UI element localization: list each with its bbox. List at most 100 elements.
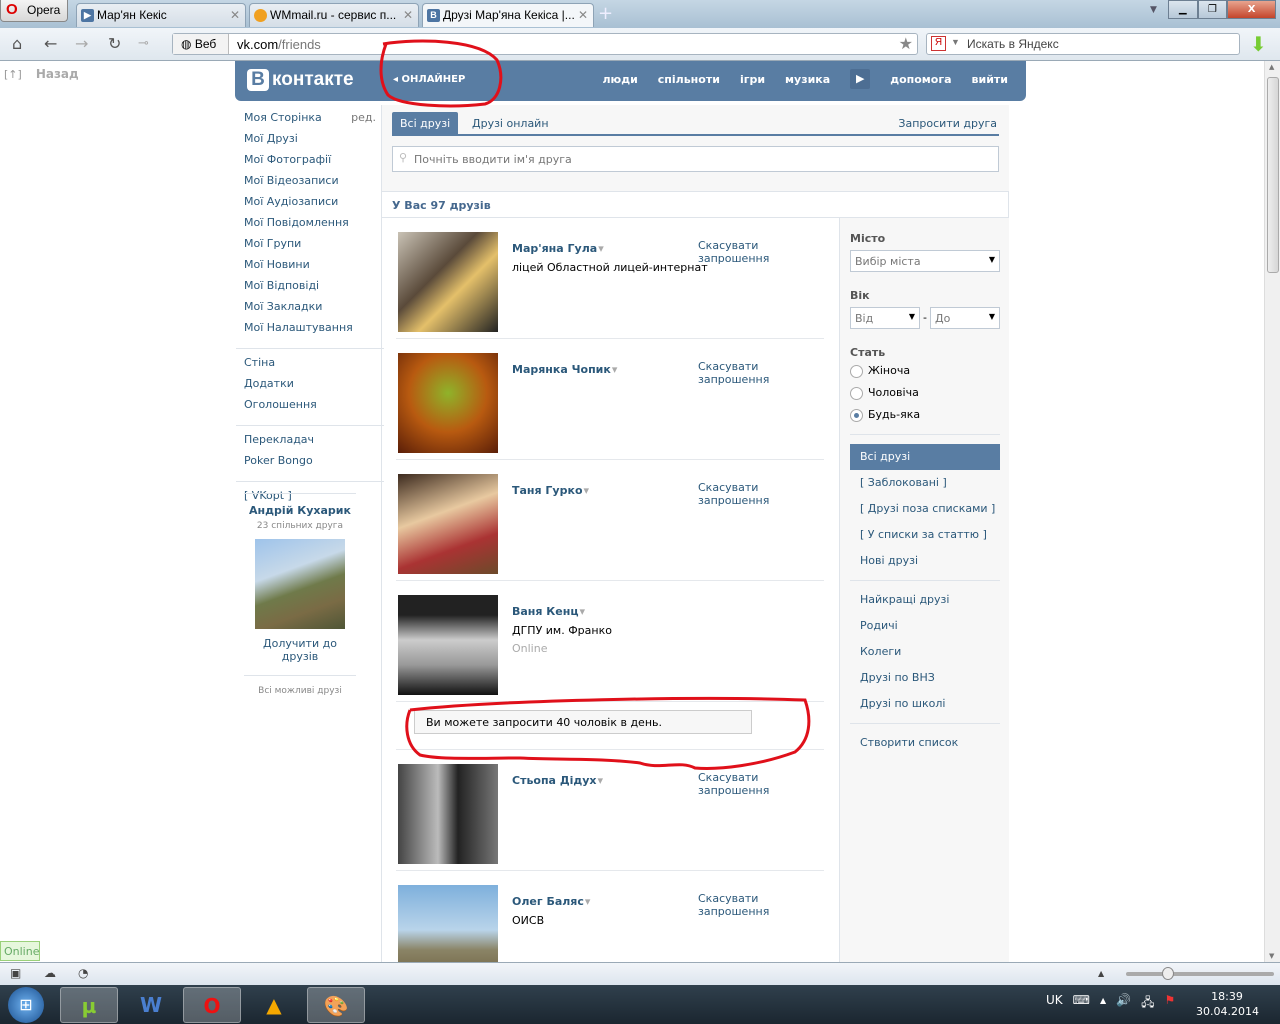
city-select[interactable]: Вибір міста xyxy=(850,250,1000,272)
close-tab-icon[interactable]: ✕ xyxy=(578,8,588,22)
sidebar-item[interactable]: Мої Аудіозаписи xyxy=(244,195,376,216)
reload-icon[interactable]: ↻ xyxy=(108,34,121,53)
browser-tab-3[interactable]: В Друзі Мар'яна Кекіса |... ✕ xyxy=(422,3,594,27)
friend-list-item[interactable]: Колеги xyxy=(850,639,1000,665)
cancel-invite-link[interactable]: Скасувати запрошення xyxy=(698,771,824,797)
sidebar-item[interactable]: Оголошення xyxy=(244,398,376,419)
paint-taskbar-icon[interactable]: 🎨 xyxy=(307,987,365,1023)
age-from-select[interactable]: Від xyxy=(850,307,920,329)
nav-people[interactable]: люди xyxy=(602,73,637,89)
new-tab-icon[interactable]: + xyxy=(598,3,613,24)
radio-female[interactable]: Жіноча xyxy=(850,364,910,378)
sidebar-item[interactable]: Мої Закладки xyxy=(244,300,376,321)
nav-communities[interactable]: спільноти xyxy=(658,73,720,89)
tab-friends-online[interactable]: Друзі онлайн xyxy=(464,112,557,134)
home-icon[interactable]: ⌂ xyxy=(12,34,22,53)
cancel-invite-link[interactable]: Скасувати запрошення xyxy=(698,360,824,386)
friend-name-link[interactable]: Таня Гурко xyxy=(512,484,589,497)
vk-logo[interactable]: Вконтакте xyxy=(247,69,354,91)
friend-name-link[interactable]: Мар'яна Гула xyxy=(512,242,604,255)
create-list-link[interactable]: Створити список xyxy=(850,730,1000,756)
vertical-scrollbar[interactable]: ▲ ▼ xyxy=(1264,61,1280,962)
sidebar-item[interactable]: Poker Bongo xyxy=(244,454,376,475)
scroll-down-icon[interactable]: ▼ xyxy=(1269,952,1274,960)
cancel-invite-link[interactable]: Скасувати запрошення xyxy=(698,481,824,507)
close-window-icon[interactable]: X xyxy=(1227,0,1276,19)
radio-male[interactable]: Чоловіча xyxy=(850,386,919,400)
friend-list-item[interactable]: [ Друзі поза списками ] xyxy=(850,496,1000,522)
friend-name-link[interactable]: Стьопа Дідух xyxy=(512,774,603,787)
friend-photo[interactable] xyxy=(398,595,498,695)
close-tab-icon[interactable]: ✕ xyxy=(403,8,413,22)
friend-list-item[interactable]: Найкращі друзі xyxy=(850,587,1000,613)
opera-taskbar-icon[interactable]: O xyxy=(183,987,241,1023)
friend-photo[interactable] xyxy=(398,764,498,864)
zoom-slider[interactable] xyxy=(1126,967,1274,980)
friend-photo[interactable] xyxy=(398,885,498,962)
close-tab-icon[interactable]: ✕ xyxy=(230,8,240,22)
sidebar-item[interactable]: Моя Сторінка ред. xyxy=(244,111,376,132)
clock[interactable]: 18:39 30.04.2014 xyxy=(1196,989,1259,1019)
friend-photo[interactable] xyxy=(398,474,498,574)
sidebar-item[interactable]: Мої Повідомлення xyxy=(244,216,376,237)
chevron-down-icon[interactable]: ▼ xyxy=(951,37,960,47)
onliner-link[interactable]: ◂ ОНЛАЙНЕР xyxy=(393,74,465,85)
browser-tab-2[interactable]: WMmail.ru - сервис п... ✕ xyxy=(249,3,419,27)
nav-music[interactable]: музика xyxy=(785,73,830,89)
cancel-invite-link[interactable]: Скасувати запрошення xyxy=(698,892,824,918)
add-friend-link[interactable]: Долучити до друзів xyxy=(244,637,356,663)
sidebar-item[interactable]: Мої Новини xyxy=(244,258,376,279)
minimize-icon[interactable]: ▁ xyxy=(1168,0,1198,19)
friend-list-item[interactable]: Нові друзі xyxy=(850,548,1000,574)
action-center-icon[interactable]: ⚑ xyxy=(1164,993,1175,1014)
forward-arrow-icon[interactable]: → xyxy=(75,34,88,53)
browser-tab-1[interactable]: ▶ Мар'ян Кекіс ✕ xyxy=(76,3,246,27)
friend-name-link[interactable]: Олег Баляс xyxy=(512,895,590,908)
suggestion-name[interactable]: Андрій Кухарик xyxy=(244,504,356,517)
edit-link[interactable]: ред. xyxy=(351,111,376,124)
start-button[interactable]: ⊞ xyxy=(8,987,44,1023)
key-icon[interactable]: ⊸ xyxy=(138,36,149,51)
friend-search-input[interactable]: ⚲ Почніть вводити ім'я друга xyxy=(392,146,999,172)
utorrent-taskbar-icon[interactable]: µ xyxy=(60,987,118,1023)
aimp-taskbar-icon[interactable]: ▲ xyxy=(245,987,303,1023)
nav-logout[interactable]: вийти xyxy=(972,73,1008,89)
friend-name-link[interactable]: Ваня Кенц xyxy=(512,605,585,618)
friend-list-item[interactable]: Друзі по школі xyxy=(850,691,1000,717)
volume-icon[interactable]: 🔊 xyxy=(1116,993,1131,1014)
nav-games[interactable]: ігри xyxy=(740,73,765,89)
friend-list-item[interactable]: [ У списки за статтю ] xyxy=(850,522,1000,548)
back-arrow-icon[interactable]: ← xyxy=(44,34,57,53)
language-indicator[interactable]: UK xyxy=(1046,993,1063,1014)
cloud-icon[interactable]: ☁ xyxy=(44,966,56,980)
address-bar[interactable]: ◍ Веб vk.com/friends ★ xyxy=(172,33,918,55)
network-icon[interactable]: 🖧 xyxy=(1141,993,1154,1014)
sidebar-item[interactable]: Додатки xyxy=(244,377,376,398)
friend-photo[interactable] xyxy=(398,353,498,453)
back-link[interactable]: [↑] Назад xyxy=(4,67,79,81)
friend-list-item[interactable]: Родичі xyxy=(850,613,1000,639)
invite-friend-link[interactable]: Запросити друга xyxy=(898,117,997,130)
friend-list-item[interactable]: Всі друзі xyxy=(850,444,1000,470)
opera-menu-button[interactable]: O Opera xyxy=(0,0,68,22)
friend-list-item[interactable]: [ Заблоковані ] xyxy=(850,470,1000,496)
url-text[interactable]: vk.com/friends xyxy=(237,37,321,52)
sidebar-item[interactable]: Мої Фотографії xyxy=(244,153,376,174)
web-badge[interactable]: ◍ Веб xyxy=(173,34,229,54)
age-to-select[interactable]: До xyxy=(930,307,1000,329)
friend-name-link[interactable]: Марянка Чопик xyxy=(512,363,617,376)
zoom-slider-handle[interactable] xyxy=(1162,967,1174,980)
panel-toggle-icon[interactable]: ▣ xyxy=(10,966,21,980)
nav-help[interactable]: допомога xyxy=(890,73,951,89)
sidebar-item[interactable]: Мої Налаштування xyxy=(244,321,376,342)
show-hidden-icons[interactable]: ▲ xyxy=(1100,996,1106,1014)
suggestion-photo[interactable] xyxy=(255,539,345,629)
tab-menu-icon[interactable]: ▼ xyxy=(1150,5,1157,15)
sidebar-item[interactable]: Стіна xyxy=(244,356,376,377)
yandex-search-input[interactable]: Я ▼ Искать в Яндекс xyxy=(926,33,1240,55)
tab-all-friends[interactable]: Всі друзі xyxy=(392,112,459,134)
all-suggestions-link[interactable]: Всі можливі друзі xyxy=(244,675,356,696)
radio-any[interactable]: Будь-яка xyxy=(850,408,920,422)
bookmark-star-icon[interactable]: ★ xyxy=(899,34,913,53)
restore-icon[interactable]: ❐ xyxy=(1197,0,1228,19)
